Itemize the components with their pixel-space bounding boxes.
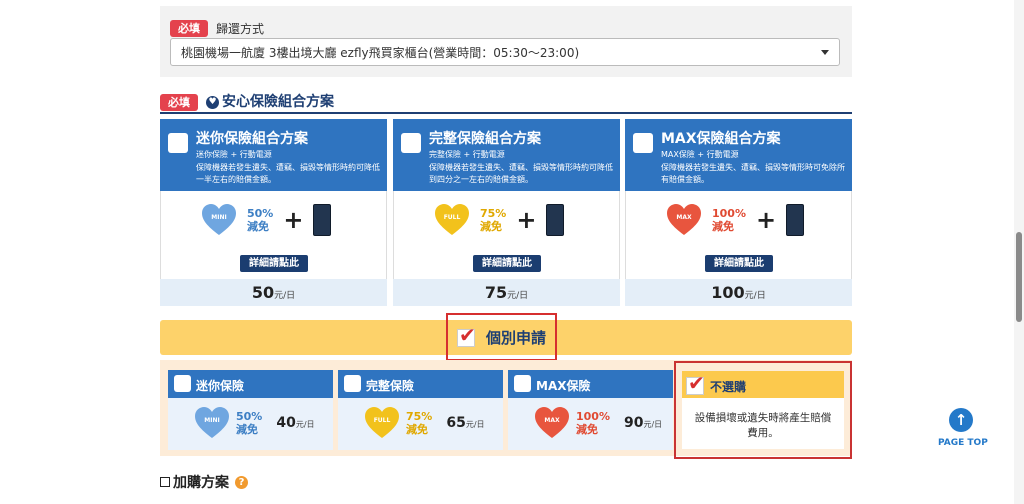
plan-checkbox[interactable] — [401, 133, 421, 153]
waive-percent: 50% 減免 — [247, 207, 274, 233]
insurance-plan-card[interactable]: 完整保險組合方案完整保險 + 行動電源 保障機器若發生遺失、遭竊、損毀等情形時約可… — [393, 119, 620, 306]
page-top-label: PAGE TOP — [938, 438, 988, 448]
waive-percent: 75% 減免 — [406, 410, 433, 436]
plan-description: MAX保險 + 行動電源 保障機器若發生遺失、遭竊、損毀等情形時可免除所有賠償金額… — [661, 150, 845, 184]
individual-plan-card[interactable]: MAX保險 MAX 100% 減免 90元/日 — [508, 370, 673, 450]
return-method-value: 桃園機場一航廈 3樓出境大廳 ezfly飛買家櫃台(營業時間：05:30～23:… — [181, 45, 580, 60]
return-method-section: 必填 歸還方式 桃園機場一航廈 3樓出境大廳 ezfly飛買家櫃台(營業時間：0… — [160, 6, 852, 77]
plan-name: 迷你保險組合方案 — [196, 131, 308, 147]
power-bank-icon — [313, 204, 332, 236]
waive-percent: 75% 減免 — [480, 207, 507, 233]
plan-price: 100元/日 — [625, 279, 852, 306]
plus-icon: + — [283, 206, 304, 234]
scrollbar[interactable] — [1014, 0, 1024, 504]
addon-checkbox[interactable] — [160, 477, 170, 487]
plan-description: 迷你保險 + 行動電源 保障機器若發生遺失、遭竊、損毀等情形時約可降低一半左右的賠… — [196, 150, 380, 184]
plan-price: 50元/日 — [160, 279, 387, 306]
page-top-button[interactable]: ↑ PAGE TOP — [938, 408, 988, 448]
help-icon[interactable]: ? — [235, 475, 248, 489]
plan-price: 40元/日 — [276, 415, 315, 431]
plan-description: 完整保險 + 行動電源 保障機器若發生遺失、遭竊、損毀等情形時約可降低到四分之一左… — [429, 150, 613, 184]
page: 必填 歸還方式 桃園機場一航廈 3樓出境大廳 ezfly飛買家櫃台(營業時間：0… — [0, 0, 1024, 504]
required-badge: 必填 — [160, 94, 198, 111]
heart-badge-icon: FULL — [364, 406, 400, 440]
plan-checkbox[interactable] — [633, 133, 653, 153]
heart-icon: ♥ — [206, 96, 219, 109]
individual-apply-button[interactable]: ✔ 個別申請 — [446, 313, 557, 361]
no-purchase-card: ✔ 不選購 設備損壞或遺失時將產生賠償費用。 — [682, 371, 844, 449]
insurance-header: 必填 ♥ 安心保險組合方案 — [160, 94, 852, 114]
plan-name: 迷你保險 — [196, 379, 245, 393]
heart-badge-icon: MAX — [666, 203, 702, 237]
plan-checkbox[interactable] — [174, 375, 191, 392]
plan-price: 65元/日 — [446, 415, 485, 431]
waive-percent: 50% 減免 — [236, 410, 263, 436]
insurance-plan-card[interactable]: MAX保險組合方案 MAX保險 + 行動電源 保障機器若發生遺失、遭竊、損毀等情形時… — [625, 119, 852, 306]
detail-button[interactable]: 詳細請點此 — [473, 255, 541, 272]
chevron-down-icon — [821, 49, 829, 55]
no-purchase-label: 不選購 — [710, 380, 747, 394]
individual-plan-card[interactable]: 完整保險 FULL 75% 減免 65元/日 — [338, 370, 503, 450]
plan-checkbox[interactable] — [168, 133, 188, 153]
plan-name: 完整保險組合方案 — [429, 131, 541, 147]
individual-apply-label: 個別申請 — [485, 328, 546, 347]
heart-badge-icon: FULL — [434, 203, 470, 237]
plan-price: 90元/日 — [623, 415, 663, 431]
required-badge: 必填 — [170, 20, 208, 37]
return-method-label: 歸還方式 — [216, 22, 265, 36]
heart-badge-icon: MINI — [194, 406, 230, 440]
no-purchase-description: 設備損壞或遺失時將產生賠償費用。 — [694, 412, 832, 439]
plan-name: 完整保險 — [366, 379, 415, 393]
heart-badge-icon: MINI — [201, 203, 237, 237]
plan-name: MAX保險組合方案 — [661, 131, 781, 147]
no-purchase-option[interactable]: ✔ 不選購 設備損壞或遺失時將產生賠償費用。 — [674, 361, 852, 459]
individual-plan-card[interactable]: 迷你保險 MINI 50% 減免 40元/日 — [168, 370, 333, 450]
plus-icon: + — [516, 206, 537, 234]
heart-badge-icon: MAX — [534, 406, 570, 440]
waive-percent: 100% 減免 — [712, 207, 746, 233]
power-bank-icon — [546, 204, 565, 236]
checkbox-checked-icon: ✔ — [686, 371, 705, 395]
plan-checkbox[interactable] — [344, 375, 361, 392]
power-bank-icon — [786, 204, 805, 236]
detail-button[interactable]: 詳細請點此 — [705, 255, 773, 272]
addon-title: 加購方案 — [173, 475, 229, 491]
insurance-plan-card[interactable]: 迷你保險組合方案迷你保險 + 行動電源 保障機器若發生遺失、遭竊、損毀等情形時約可… — [160, 119, 387, 306]
plan-price: 75元/日 — [393, 279, 620, 306]
arrow-up-icon: ↑ — [949, 408, 973, 432]
scrollbar-thumb[interactable] — [1016, 232, 1022, 322]
addon-section-header: 加購方案 ? — [160, 472, 248, 492]
plus-icon: + — [755, 206, 777, 234]
checkbox-checked-icon: ✔ — [456, 323, 476, 347]
insurance-title: ♥ 安心保險組合方案 — [206, 94, 334, 111]
return-method-select[interactable]: 桃園機場一航廈 3樓出境大廳 ezfly飛買家櫃台(營業時間：05:30～23:… — [170, 38, 840, 66]
plan-name: MAX保險 — [536, 379, 591, 393]
waive-percent: 100% 減免 — [576, 410, 610, 436]
detail-button[interactable]: 詳細請點此 — [240, 255, 308, 272]
plan-checkbox[interactable] — [514, 375, 531, 392]
